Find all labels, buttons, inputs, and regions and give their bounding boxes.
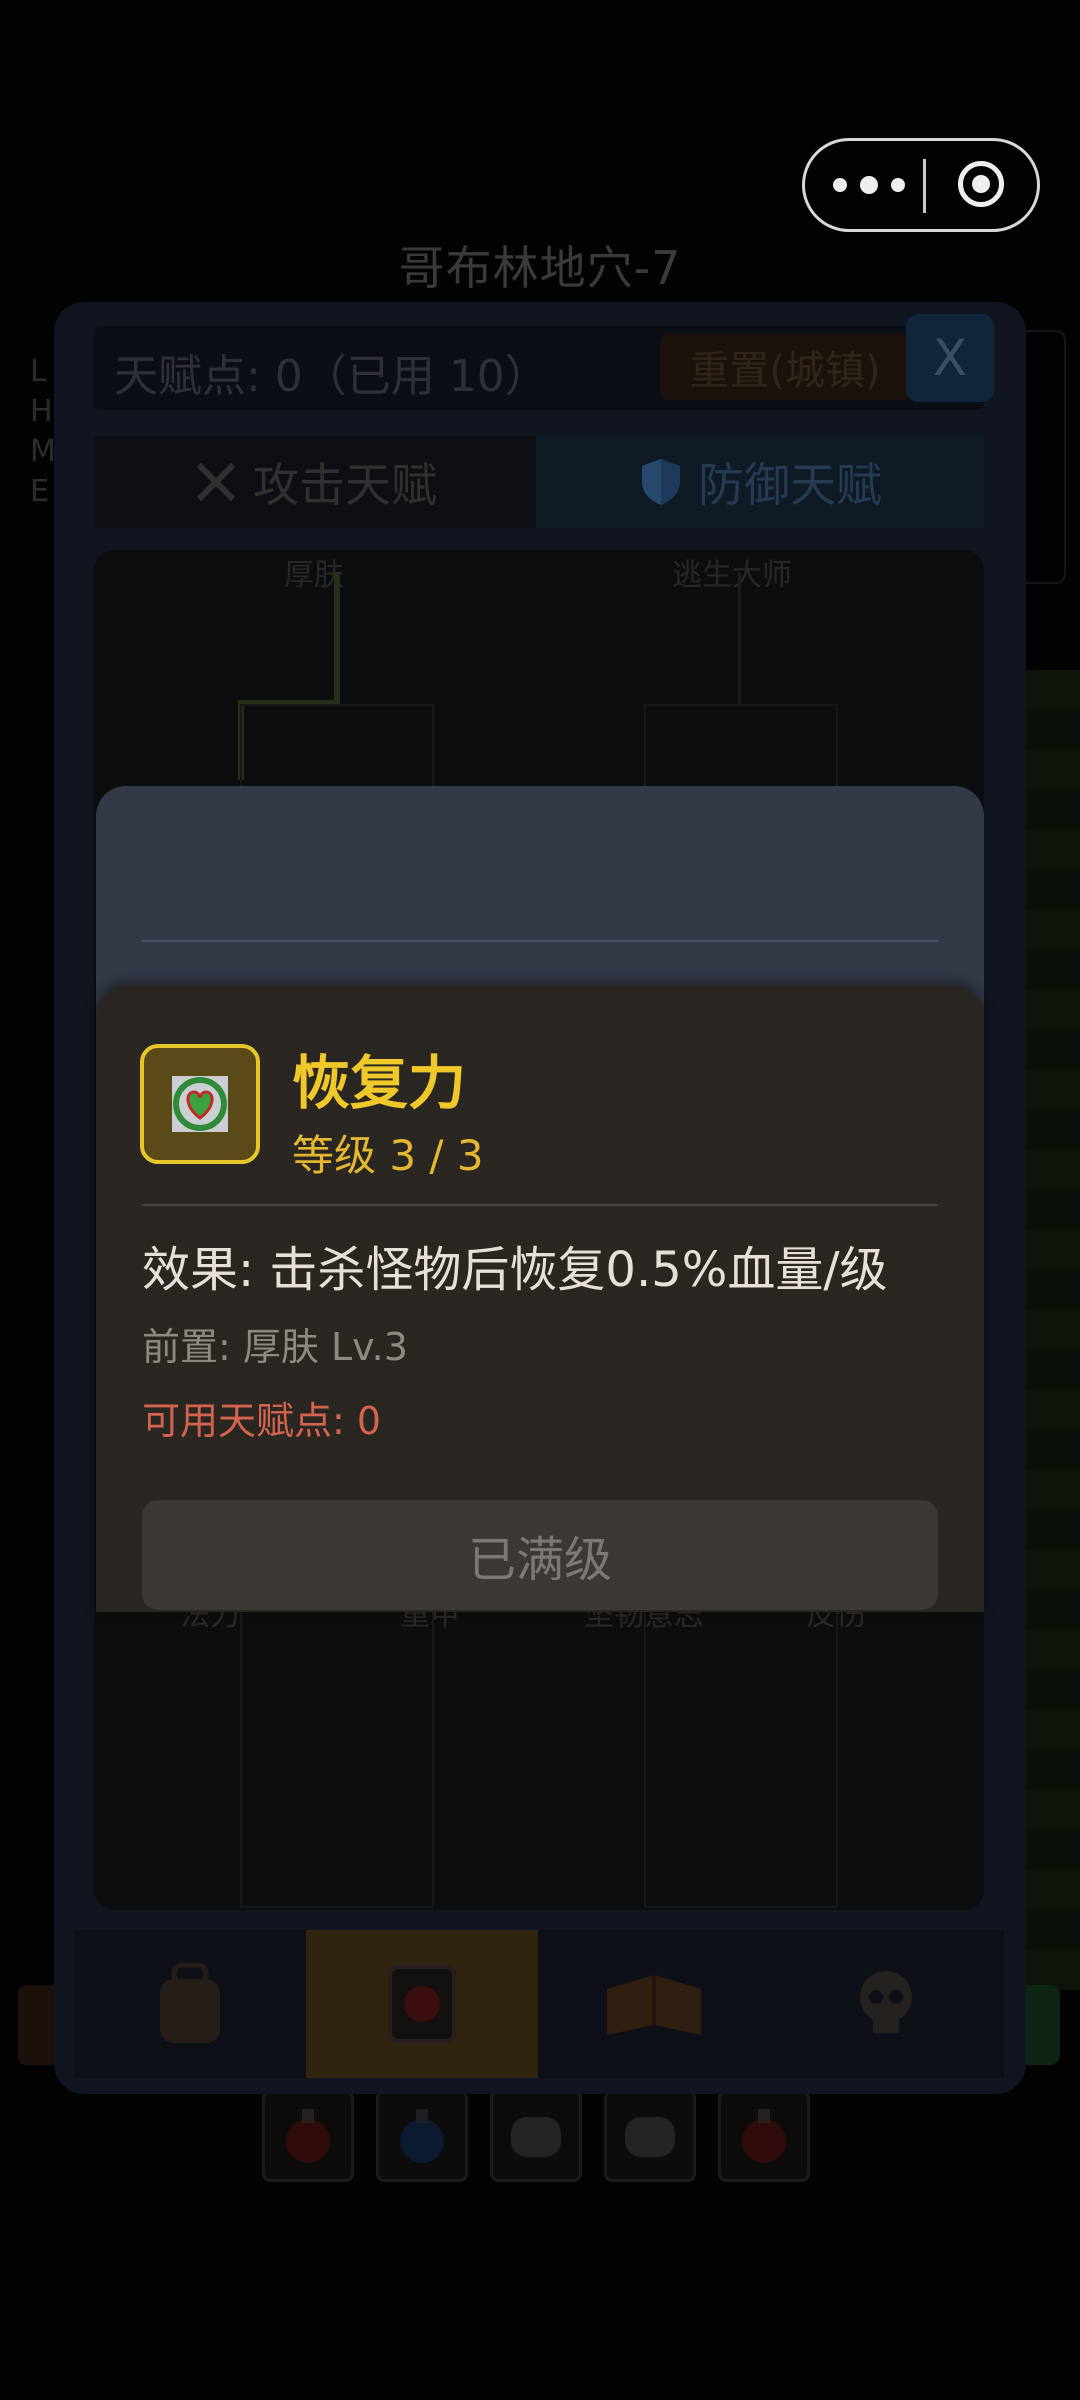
capsule-menu [802, 138, 1040, 232]
close-miniprogram-icon[interactable] [958, 161, 1004, 207]
more-icon[interactable] [833, 169, 905, 201]
green-heart-vine-icon [172, 1076, 228, 1132]
talent-level: 等级 3 / 3 [292, 1131, 484, 1180]
talent-detail-card: 恢复力 等级 3 / 3 效果: 击杀怪物后恢复0.5%血量/级 前置: 厚肤 … [96, 986, 984, 1612]
max-level-button[interactable]: 已满级 [142, 1500, 938, 1610]
divider [142, 1204, 938, 1206]
available-points: 可用天赋点: 0 [142, 1399, 382, 1443]
talent-name: 恢复力 [292, 1049, 467, 1117]
talent-prerequisite: 前置: 厚肤 Lv.3 [142, 1325, 408, 1369]
capsule-divider [923, 159, 926, 213]
talent-effect: 效果: 击杀怪物后恢复0.5%血量/级 [142, 1242, 888, 1298]
divider [142, 940, 938, 942]
talent-icon-frame [140, 1044, 260, 1164]
